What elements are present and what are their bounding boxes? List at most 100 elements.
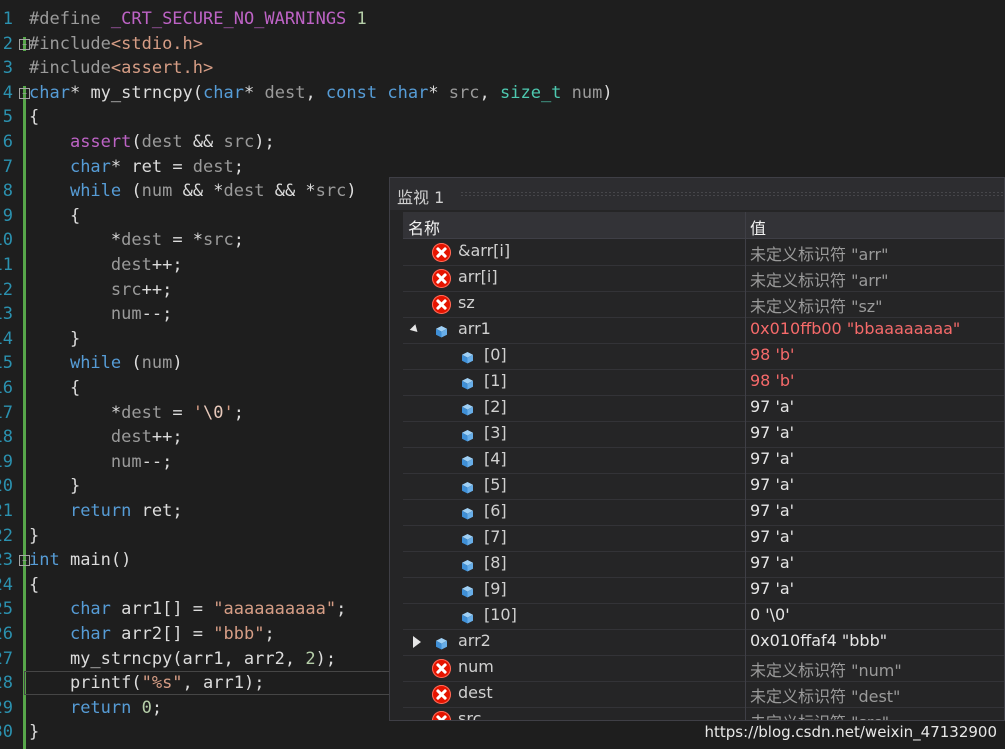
drag-grip[interactable] [460,191,1004,197]
watch-value[interactable]: 98 'b' [750,345,794,364]
watch-row[interactable]: [10] 0 '\0' [403,603,1004,630]
watch-name[interactable]: [7] [484,527,507,546]
watch-row[interactable]: [0] 98 'b' [403,343,1004,370]
watch-row[interactable]: num 未定义标识符 "num" [403,655,1004,682]
watch-row[interactable]: [3] 97 'a' [403,421,1004,448]
line-number: 6 [2,132,13,152]
watch-title-bar[interactable]: 监视 1 [390,178,1004,210]
watch-row[interactable]: arr1 0x010ffb00 "bbaaaaaaaa" [403,317,1004,344]
watch-value[interactable]: 未定义标识符 "arr" [750,241,889,265]
watch-value[interactable]: 0x010ffaf4 "bbb" [750,631,887,650]
watch-name[interactable]: dest [458,683,493,702]
watch-name[interactable]: sz [458,293,475,312]
line-number: 8 [2,181,13,202]
expanded-triangle-icon[interactable] [409,324,421,335]
watch-row[interactable]: sz 未定义标识符 "sz" [403,291,1004,318]
watch-name[interactable]: [3] [484,423,507,442]
watch-value[interactable]: 97 'a' [750,579,794,598]
code-token: #include [29,58,111,79]
watch-row[interactable]: arr2 0x010ffaf4 "bbb" [403,629,1004,656]
watch-name[interactable]: arr2 [458,631,491,650]
code-token: my_strncpy(arr1, arr2, [29,648,306,669]
watch-name[interactable]: [8] [484,553,507,572]
code-token: size_t [500,82,562,103]
watch-row[interactable]: [2] 97 'a' [403,395,1004,422]
code-line[interactable]: 2− #include<stdio.h> [0,32,1005,57]
watch-name[interactable]: &arr[i] [458,241,510,260]
watch-row[interactable]: [6] 97 'a' [403,499,1004,526]
code-line[interactable]: 5{ [0,105,1005,130]
watch-row[interactable]: [1] 98 'b' [403,369,1004,396]
line-number: 27 [0,648,13,669]
variable-cube-icon [461,349,474,364]
code-token: return [69,697,132,718]
watch-value[interactable]: 未定义标识符 "num" [750,657,902,681]
watch-row[interactable]: [9] 97 'a' [403,577,1004,604]
watch-value[interactable]: 97 'a' [750,501,794,520]
watch-name[interactable]: [0] [484,345,507,364]
code-token: char [69,156,111,177]
collapsed-triangle-icon[interactable] [413,636,421,648]
line-number: 1 [2,9,13,29]
watch-value[interactable]: 97 'a' [750,553,794,572]
watch-value[interactable]: 97 'a' [750,475,794,494]
watch-name[interactable]: arr[i] [458,267,498,286]
code-token: \0 [203,402,224,423]
code-token: main() [59,550,132,571]
watch-value[interactable]: 97 'a' [750,423,794,442]
code-line[interactable]: 3 #include<assert.h> [0,56,1005,81]
code-line[interactable]: 4− char* my_strncpy(char* dest, const cha… [0,81,1005,106]
code-line[interactable]: 6 assert(dest && src); [0,130,1005,155]
watch-value[interactable]: 97 'a' [750,527,794,546]
code-text: char* my_strncpy(char* dest, const char*… [29,81,613,106]
watch-value[interactable]: 未定义标识符 "src" [750,709,889,720]
watch-value[interactable]: 未定义标识符 "sz" [750,293,883,317]
column-name-header[interactable]: 名称 [408,215,440,239]
watch-value[interactable]: 0x010ffb00 "bbaaaaaaaa" [750,319,960,338]
code-token: return [69,501,132,521]
watch-row[interactable]: &arr[i] 未定义标识符 "arr" [403,239,1004,266]
watch-row[interactable]: arr[i] 未定义标识符 "arr" [403,265,1004,292]
watch-name[interactable]: arr1 [458,319,491,338]
code-line[interactable]: 7 char* ret = dest; [0,155,1005,180]
watch-value[interactable]: 98 'b' [750,371,794,390]
watch-name[interactable]: [4] [484,449,507,468]
code-token: ); [254,132,275,152]
watch-row[interactable]: [8] 97 'a' [403,551,1004,578]
watch-name[interactable]: [10] [484,605,517,624]
watch-row[interactable]: [4] 97 'a' [403,447,1004,474]
code-line[interactable]: 1 #define _CRT_SECURE_NO_WARNINGS 1 [0,7,1005,32]
watch-name[interactable]: src [458,709,481,720]
watch-row[interactable]: dest 未定义标识符 "dest" [403,681,1004,708]
watch-row[interactable]: src 未定义标识符 "src" [403,707,1004,720]
watch-name[interactable]: [5] [484,475,507,494]
code-token: num [141,353,173,374]
variable-cube-icon [461,401,474,416]
code-token: src [110,279,142,300]
watch-row[interactable]: [5] 97 'a' [403,473,1004,500]
watch-value[interactable]: 未定义标识符 "dest" [750,683,900,707]
watch-name[interactable]: [1] [484,371,507,390]
line-number: 26 [0,624,13,644]
watch-name[interactable]: [9] [484,579,507,598]
watch-value[interactable]: 未定义标识符 "arr" [750,267,889,291]
watch-value[interactable]: 0 '\0' [750,605,790,624]
watch-value[interactable]: 97 'a' [750,397,794,416]
watch-name[interactable]: num [458,657,494,676]
watch-value[interactable]: 97 'a' [750,449,794,468]
watch-window[interactable]: 监视 1 名称 值 &arr[i] 未定义标识符 "arr" arr[i] 未定义标识… [389,177,1005,721]
code-text: char arr1[] = "aaaaaaaaaa"; [29,597,346,622]
watch-name[interactable]: [2] [484,397,507,416]
column-value-header[interactable]: 值 [750,215,766,239]
code-token: * [69,82,91,103]
line-number: 10 [0,230,13,251]
line-number: 20 [0,476,13,497]
code-token: ' [223,402,234,423]
watch-name[interactable]: [6] [484,501,507,520]
code-token: dest [110,427,152,448]
watch-row[interactable]: [7] 97 'a' [403,525,1004,552]
code-token: _CRT_SECURE_NO_WARNINGS [110,9,347,29]
column-separator[interactable] [745,212,746,720]
